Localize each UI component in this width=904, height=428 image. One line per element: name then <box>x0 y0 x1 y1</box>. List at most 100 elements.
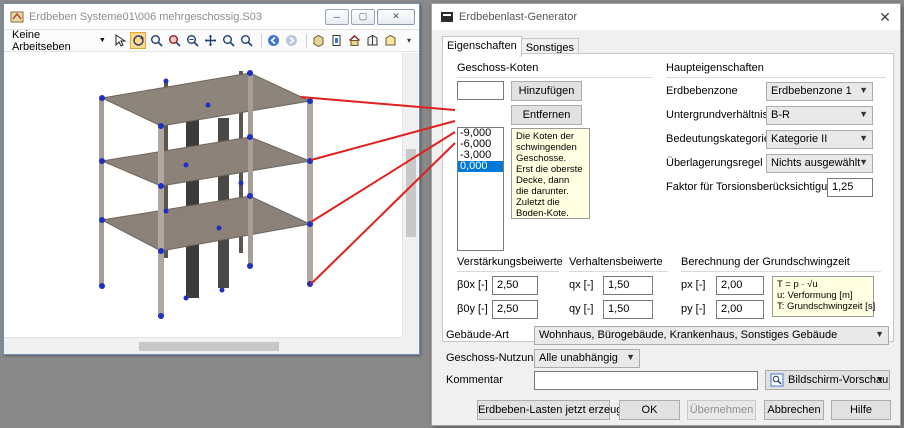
close-button[interactable]: ✕ <box>377 8 415 25</box>
torsion-input[interactable]: 1,25 <box>827 178 873 197</box>
remove-kote-button[interactable]: Entfernen <box>511 105 582 125</box>
slab-level-2 <box>100 136 312 187</box>
ueberlagerung-select[interactable]: Nichts ausgewählt ▼ <box>766 154 873 173</box>
view-3d-icon[interactable] <box>311 32 327 49</box>
untergrund-label: Untergrundverhältnisse <box>666 109 780 121</box>
minimize-button[interactable]: ─ <box>325 8 349 25</box>
node <box>163 78 169 84</box>
cancel-button[interactable]: Abbrechen <box>764 400 824 420</box>
qx-input[interactable]: 1,50 <box>603 276 653 295</box>
node <box>307 98 313 104</box>
note-line: Boden-Kote. <box>516 208 569 219</box>
eigenschaften-panel: Geschoss-Koten Hinzufügen Entfernen -9,0… <box>442 53 894 342</box>
chevron-down-icon: ▼ <box>875 329 884 339</box>
koten-list[interactable]: -9,000 -6,000 -3,000 0,000 <box>457 127 504 251</box>
node <box>183 162 189 168</box>
select-pointer-icon[interactable] <box>112 32 128 49</box>
home-icon[interactable] <box>347 32 363 49</box>
px-label: px [-] <box>681 279 706 291</box>
tab-eigenschaften[interactable]: Eigenschaften <box>442 36 522 57</box>
untergrund-select[interactable]: B-R ▼ <box>766 106 873 125</box>
dialog-title: Erdbebenlast-Generator <box>459 11 578 23</box>
preview-button[interactable]: Bildschirm-Vorschau ▼ <box>765 370 890 390</box>
zoom-icon[interactable] <box>148 32 164 49</box>
zoom-out-icon[interactable] <box>184 32 200 49</box>
apply-button[interactable]: Übernehmen <box>687 400 756 420</box>
erdbebenzone-label: Erdbebenzone <box>666 85 738 97</box>
close-icon: ✕ <box>392 11 400 21</box>
px-input[interactable]: 2,00 <box>716 276 764 295</box>
kote-list-item[interactable]: 0,000 <box>458 161 503 172</box>
zoom-all-icon[interactable] <box>220 32 236 49</box>
rotate-view-icon[interactable] <box>129 32 147 49</box>
node <box>247 193 253 199</box>
b0y-label: β0y [-] <box>457 303 488 315</box>
dialog-titlebar[interactable]: Erdbebenlast-Generator ✕ <box>432 4 900 30</box>
qy-label: qy [-] <box>569 303 594 315</box>
gebaeude-art-select[interactable]: Wohnhaus, Bürogebäude, Krankenhaus, Sons… <box>534 326 889 345</box>
kote-input[interactable] <box>457 81 504 100</box>
note-line: Decke, dann <box>516 175 570 186</box>
geschoss-nutzung-select[interactable]: Alle unabhängig ▼ <box>534 349 640 368</box>
bedeutung-select[interactable]: Kategorie II ▼ <box>766 130 873 149</box>
column <box>307 101 313 284</box>
scrollbar-thumb[interactable] <box>139 342 279 351</box>
view-side-icon[interactable] <box>365 32 381 49</box>
dialog-close-icon[interactable]: ✕ <box>870 9 900 26</box>
bedeutung-label: Bedeutungskategorie <box>666 133 770 145</box>
zoom-window-icon[interactable] <box>166 32 182 49</box>
ok-button[interactable]: OK <box>619 400 680 420</box>
generate-loads-button[interactable]: Erdbeben-Lasten jetzt erzeugen <box>477 400 635 420</box>
structure-3d-view[interactable] <box>4 53 402 337</box>
pan-icon[interactable] <box>202 32 218 49</box>
forward-icon[interactable] <box>284 32 300 49</box>
horizontal-scrollbar[interactable] <box>4 337 402 354</box>
viewer-toolbar: Keine Arbeitseben ▼ ▾ <box>4 29 419 53</box>
chevron-down-icon: ▼ <box>859 85 868 95</box>
back-icon[interactable] <box>266 32 282 49</box>
node <box>205 102 211 108</box>
help-button[interactable]: Hilfe <box>831 400 891 420</box>
maximize-icon: ▢ <box>358 11 368 21</box>
b0y-input[interactable]: 2,50 <box>492 300 538 319</box>
erdbebenzone-select[interactable]: Erdbebenzone 1 ▼ <box>766 82 873 101</box>
scrollbar-thumb[interactable] <box>406 149 416 237</box>
note-line: Erst die oberste <box>516 164 583 175</box>
qy-input[interactable]: 1,50 <box>603 300 653 319</box>
note-line: T = p · √u <box>777 279 818 290</box>
py-input[interactable]: 2,00 <box>716 300 764 319</box>
view-front-icon[interactable] <box>329 32 345 49</box>
haupteigenschaften-heading: Haupteigenschaften <box>666 62 764 74</box>
grundschwingzeit-heading: Berechnung der Grundschwingzeit <box>681 256 850 268</box>
chevron-down-icon: ▼ <box>859 109 868 119</box>
viewer-titlebar[interactable]: Erdbeben Systeme01\006 mehrgeschossig.S0… <box>4 4 419 30</box>
node <box>247 70 253 76</box>
node <box>158 313 164 319</box>
node <box>247 263 253 269</box>
note-line: schwingenden <box>516 142 577 153</box>
add-kote-button[interactable]: Hinzufügen <box>511 81 582 101</box>
kommentar-input[interactable] <box>534 371 758 390</box>
node <box>307 221 313 227</box>
preview-button-label: Bildschirm-Vorschau <box>788 374 889 386</box>
gebaeude-art-label: Gebäude-Art <box>446 329 509 341</box>
view-top-icon[interactable] <box>383 32 399 49</box>
maximize-button[interactable]: ▢ <box>351 8 375 25</box>
slab-level-1 <box>100 72 312 127</box>
toolbar-overflow-icon[interactable]: ▾ <box>401 32 417 49</box>
divider <box>457 271 559 272</box>
node <box>183 295 189 301</box>
vertical-scrollbar[interactable] <box>402 53 419 337</box>
gebaeude-art-value: Wohnhaus, Bürogebäude, Krankenhaus, Sons… <box>539 329 838 341</box>
erdbebenlast-generator-dialog: Erdbebenlast-Generator ✕ Eigenschaften S… <box>431 3 901 426</box>
node <box>307 281 313 287</box>
app-icon <box>10 11 24 22</box>
zoom-previous-icon[interactable] <box>238 32 254 49</box>
toolbar-separator <box>305 33 307 48</box>
scrollbar-corner <box>402 337 419 354</box>
work-plane-dropdown[interactable]: Keine Arbeitseben ▼ <box>12 29 106 53</box>
b0x-input[interactable]: 2,50 <box>492 276 538 295</box>
node <box>216 225 222 231</box>
dialog-app-icon <box>441 12 453 22</box>
column <box>248 73 253 266</box>
